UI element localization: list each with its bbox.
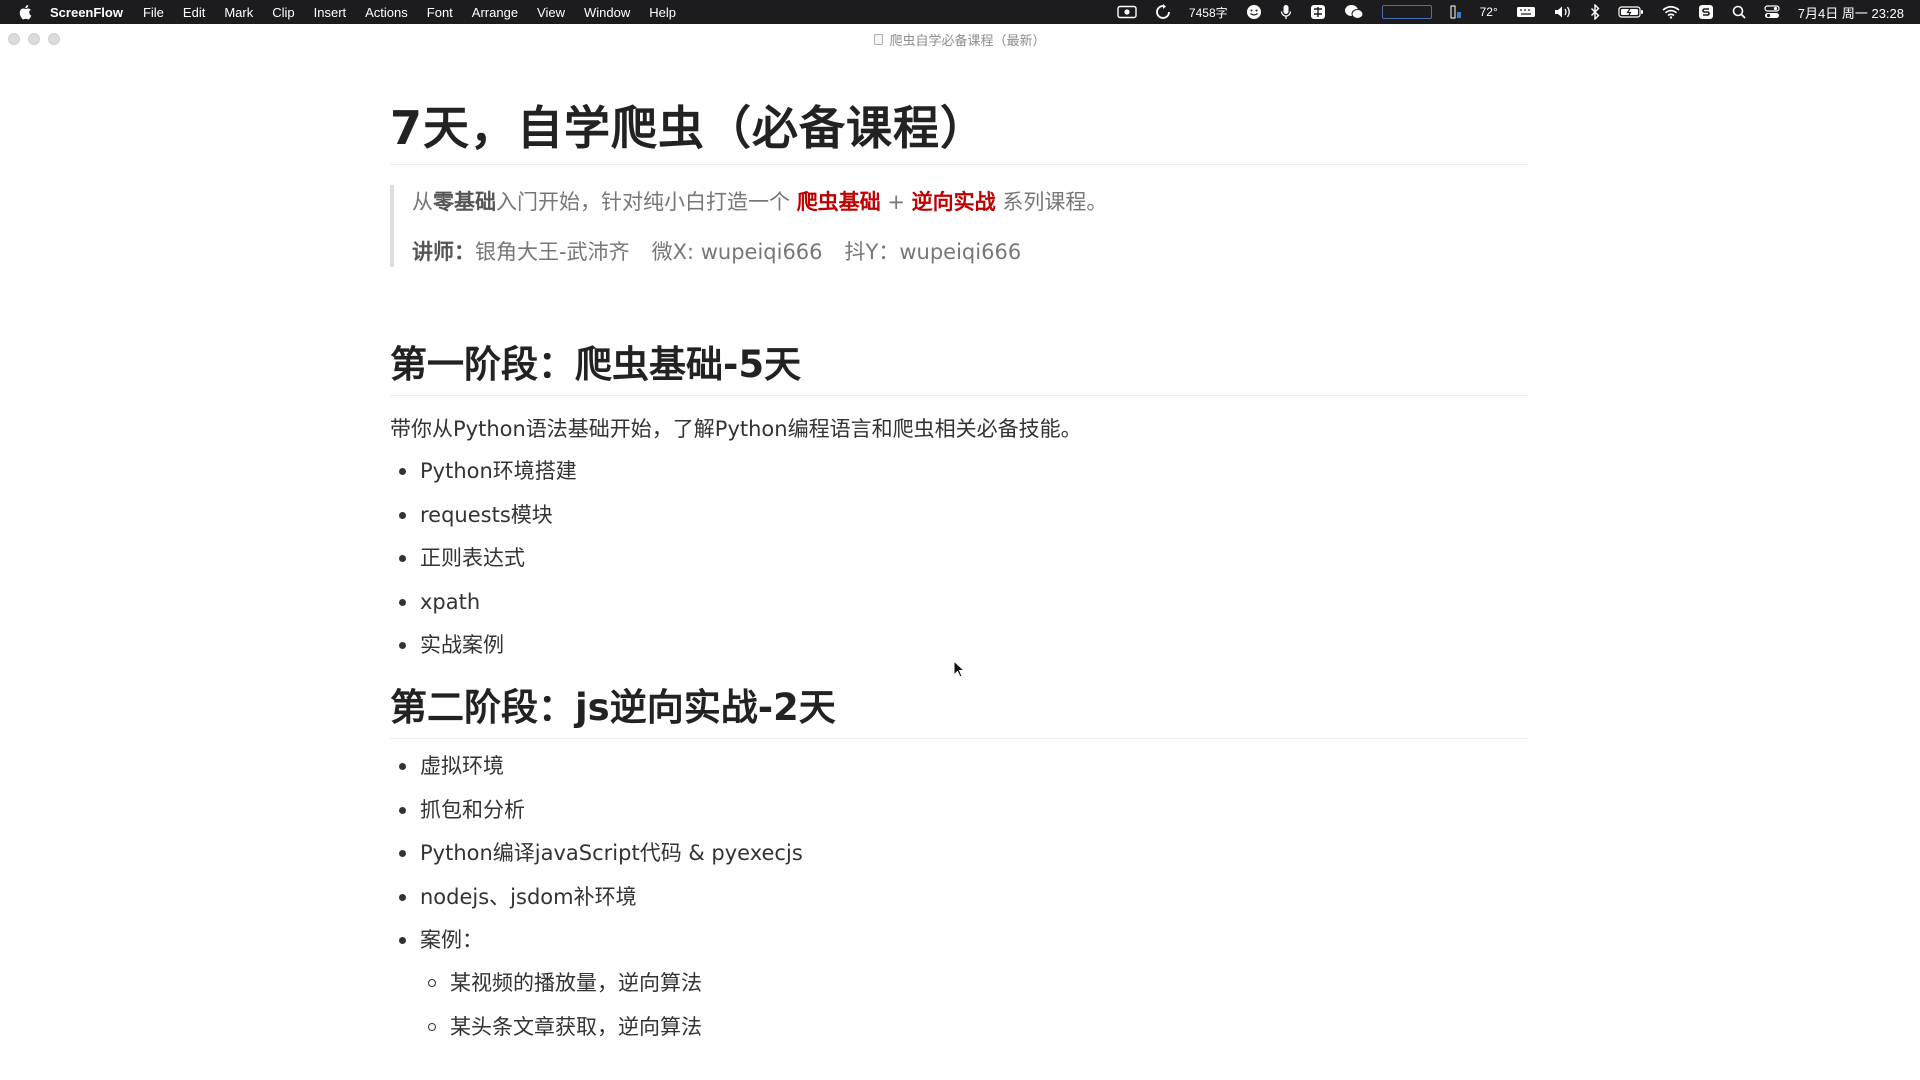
word-count: 7458字 [1188, 5, 1228, 20]
list-item: xpath [390, 587, 1528, 617]
window-title-bar: 爬虫自学必备课程（最新） [0, 24, 1920, 54]
quote-text-prefix: 从 [412, 190, 433, 214]
menu-bar: ScreenFlow File Edit Mark Clip Insert Ac… [0, 0, 1920, 24]
close-button[interactable] [8, 33, 20, 45]
control-center-icon[interactable] [1764, 0, 1780, 24]
menu-actions[interactable]: Actions [365, 5, 408, 20]
teacher-label: 讲师： [412, 240, 475, 264]
quote-plus: + [880, 190, 912, 214]
page-title: 7天，自学爬虫（必备课程） [390, 96, 1528, 165]
keyboard-icon[interactable] [1516, 0, 1536, 24]
sublist-item: 某头条文章获取，逆向算法 [390, 1012, 1528, 1042]
memory-icon [1450, 0, 1462, 24]
bluetooth-icon[interactable] [1590, 0, 1600, 24]
input-method-icon[interactable] [1310, 0, 1326, 24]
list-item: nodejs、jsdom补环境 [390, 882, 1528, 912]
cases-label: 案例： [420, 928, 483, 952]
quote-text-suffix: 系列课程。 [995, 190, 1108, 214]
wechat-icon[interactable] [1344, 0, 1364, 24]
menu-edit[interactable]: Edit [183, 5, 205, 20]
menu-clip[interactable]: Clip [272, 5, 294, 20]
menu-app-name[interactable]: ScreenFlow [50, 5, 123, 20]
list-item: 虚拟环境 [390, 751, 1528, 781]
minimize-button[interactable] [28, 33, 40, 45]
section1-heading: 第一阶段：爬虫基础-5天 [390, 339, 1528, 396]
list-item: 抓包和分析 [390, 795, 1528, 825]
document-icon [874, 33, 884, 45]
list-item-cases: 案例： 某视频的播放量，逆向算法 某头条文章获取，逆向算法 [390, 925, 1528, 1042]
section1-intro: 带你从Python语法基础开始，了解Python编程语言和爬虫相关必备技能。 [390, 417, 1082, 441]
traffic-lights [8, 33, 60, 45]
sublist-item: 某视频的播放量，逆向算法 [390, 968, 1528, 998]
apple-icon[interactable] [18, 4, 32, 20]
wifi-icon[interactable] [1662, 0, 1680, 24]
list-item: 正则表达式 [390, 543, 1528, 573]
quote-intro: 从零基础入门开始，针对纯小白打造一个 爬虫基础 + 逆向实战 系列课程。 [412, 187, 1528, 217]
teacher-name: 银角大王-武沛齐 [475, 240, 630, 264]
cpu-meter [1381, 0, 1432, 24]
menu-view[interactable]: View [537, 5, 565, 20]
list-item: 实战案例 [390, 630, 1528, 660]
blockquote: 从零基础入门开始，针对纯小白打造一个 爬虫基础 + 逆向实战 系列课程。 讲师：… [390, 185, 1528, 267]
zoom-button[interactable] [48, 33, 60, 45]
quote-bold-text: 零基础 [433, 190, 496, 214]
app-s-icon[interactable] [1698, 0, 1714, 24]
menu-file[interactable]: File [143, 5, 164, 20]
screen-record-icon[interactable] [1117, 0, 1137, 24]
window-title: 爬虫自学必备课程（最新） [874, 30, 1046, 49]
search-icon[interactable] [1732, 0, 1746, 24]
wechat-contact: 微X: wupeiqi666 [651, 240, 823, 264]
status-area: 7458字 72° 7月4日 周一 23:28 [1108, 0, 1908, 24]
quote-text-mid: 入门开始，针对纯小白打造一个 [496, 190, 797, 214]
menu-window[interactable]: Window [584, 5, 630, 20]
document-body: 7天，自学爬虫（必备课程） 从零基础入门开始，针对纯小白打造一个 爬虫基础 + … [390, 54, 1528, 1055]
list-item: requests模块 [390, 500, 1528, 530]
douyin-contact: 抖Y：wupeiqi666 [844, 240, 1022, 264]
volume-icon[interactable] [1554, 0, 1572, 24]
window-title-text: 爬虫自学必备课程（最新） [889, 33, 1046, 49]
clock[interactable]: 7月4日 周一 23:28 [1798, 0, 1904, 24]
section2-list: 虚拟环境 抓包和分析 Python编译javaScript代码 & pyexec… [390, 751, 1528, 1042]
highlight-reverse-practice: 逆向实战 [911, 190, 996, 214]
menu-insert[interactable]: Insert [314, 5, 347, 20]
emoji-icon[interactable] [1246, 0, 1262, 24]
sync-icon[interactable] [1155, 0, 1171, 24]
mouse-cursor-icon [953, 660, 965, 678]
temperature: 72° [1479, 5, 1498, 19]
highlight-crawler-basics: 爬虫基础 [796, 190, 881, 214]
microphone-icon[interactable] [1280, 0, 1292, 24]
list-item: Python环境搭建 [390, 456, 1528, 486]
quote-teacher-line: 讲师：银角大王-武沛齐 微X: wupeiqi666 抖Y：wupeiqi666 [412, 237, 1528, 267]
section2-heading: 第二阶段：js逆向实战-2天 [390, 682, 1528, 739]
section1-list: Python环境搭建 requests模块 正则表达式 xpath 实战案例 [390, 456, 1528, 660]
battery-icon [1618, 0, 1644, 24]
menu-font[interactable]: Font [427, 5, 453, 20]
menu-arrange[interactable]: Arrange [472, 5, 518, 20]
list-item: Python编译javaScript代码 & pyexecjs [390, 838, 1528, 868]
cases-sublist: 某视频的播放量，逆向算法 某头条文章获取，逆向算法 [390, 968, 1528, 1042]
menu-mark[interactable]: Mark [224, 5, 253, 20]
menu-help[interactable]: Help [649, 5, 676, 20]
